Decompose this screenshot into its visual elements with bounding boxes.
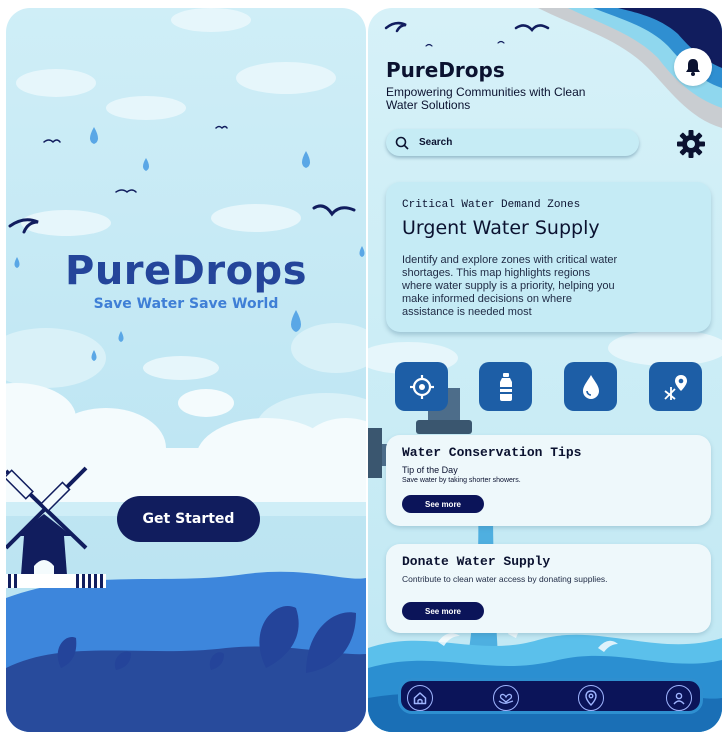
location-pin-icon (585, 690, 597, 706)
splash-title: PureDrops (65, 248, 307, 294)
splash-tagline: Save Water Save World (93, 296, 279, 312)
splash-background-art (6, 8, 366, 732)
critical-card-body: Identify and explore zones with critical… (402, 254, 618, 318)
app-subtitle: Empowering Communities with Clean Water … (386, 85, 586, 112)
tips-see-more-button[interactable]: See more (402, 495, 484, 513)
tips-card-subtitle: Tip of the Day (402, 465, 458, 475)
critical-zones-card[interactable]: Critical Water Demand Zones Urgent Water… (386, 182, 711, 332)
notifications-button[interactable] (674, 48, 712, 86)
nav-locations[interactable] (578, 685, 604, 711)
search-bar[interactable] (386, 129, 639, 156)
gear-icon[interactable] (676, 129, 706, 159)
windmill-illustration (6, 466, 106, 588)
nav-donate[interactable] (493, 685, 519, 711)
quick-action-water[interactable] (564, 362, 617, 411)
home-screen: PureDrops Empowering Communities with Cl… (368, 8, 722, 732)
donate-supply-card[interactable]: Donate Water Supply Contribute to clean … (386, 544, 711, 633)
tips-card-tip: Save water by taking shorter showers. (402, 477, 521, 484)
donate-card-title: Donate Water Supply (402, 554, 551, 569)
search-input[interactable] (419, 137, 619, 148)
map-pin-icon (663, 374, 687, 400)
critical-card-eyebrow: Critical Water Demand Zones (402, 199, 581, 211)
search-icon (395, 136, 409, 150)
get-started-button[interactable]: Get Started (117, 496, 260, 542)
nav-profile[interactable] (666, 685, 692, 711)
tips-card-title: Water Conservation Tips (402, 445, 582, 460)
splash-screen: PureDrops Save Water Save World Get Star… (6, 8, 366, 732)
bottom-nav (398, 678, 703, 714)
bell-icon (686, 59, 700, 76)
quick-action-locate[interactable] (395, 362, 448, 411)
donate-see-more-button[interactable]: See more (402, 602, 484, 620)
donate-heart-hand-icon (498, 693, 514, 704)
profile-icon (673, 692, 685, 705)
nav-home[interactable] (407, 685, 433, 711)
app-title: PureDrops (386, 58, 505, 82)
donate-card-body: Contribute to clean water access by dona… (402, 574, 608, 584)
location-target-icon (409, 374, 434, 399)
critical-card-title: Urgent Water Supply (402, 217, 600, 239)
water-bottle-icon (499, 372, 512, 401)
quick-action-supplies[interactable] (479, 362, 532, 411)
home-icon (413, 692, 427, 705)
conservation-tips-card[interactable]: Water Conservation Tips Tip of the Day S… (386, 435, 711, 526)
quick-action-map[interactable] (649, 362, 702, 411)
water-drop-icon (582, 374, 599, 399)
